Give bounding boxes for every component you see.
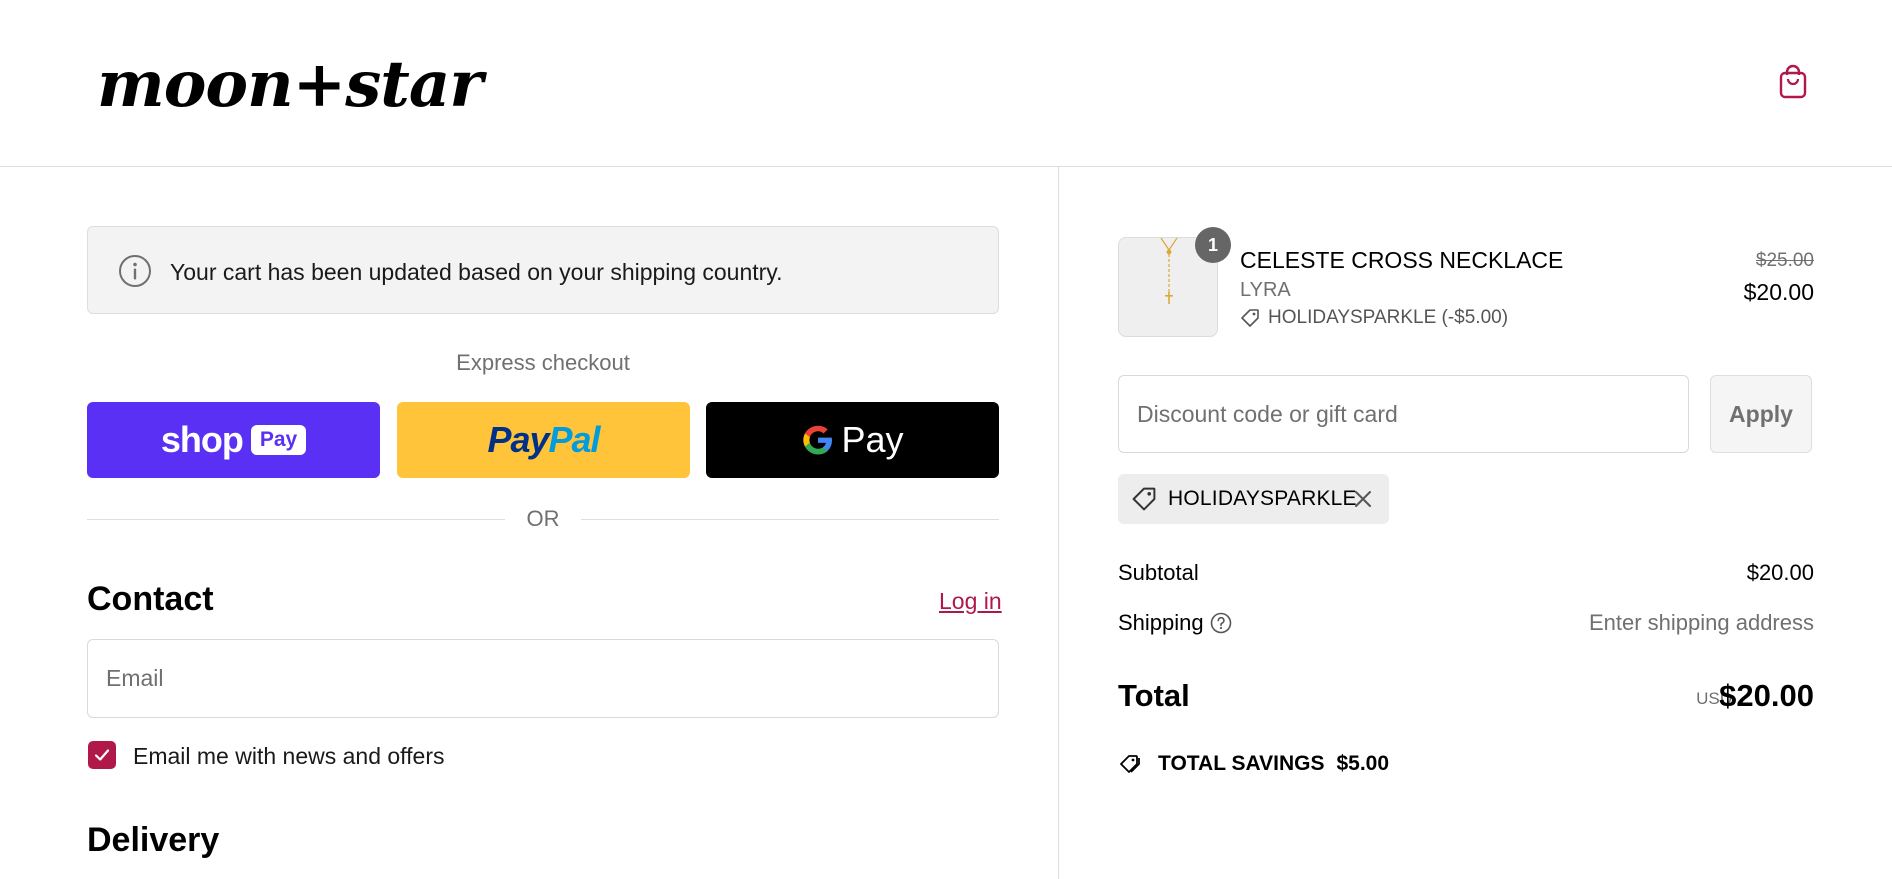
total-amount: $20.00 <box>1719 678 1814 713</box>
savings-label: TOTAL SAVINGS <box>1158 752 1325 775</box>
divider-right <box>581 519 999 520</box>
close-icon[interactable] <box>1351 487 1375 511</box>
product-discount-text: HOLIDAYSPARKLE (-$5.00) <box>1268 307 1509 328</box>
shopping-bag-icon <box>1779 64 1807 99</box>
or-divider-text: OR <box>526 506 560 531</box>
savings-amount: $5.00 <box>1336 752 1390 775</box>
store-logo[interactable]: moon+star <box>97 50 483 120</box>
google-pay-label: Pay <box>841 419 904 460</box>
product-name: CELESTE CROSS NECKLACE <box>1240 247 1564 273</box>
subtotal-value: $20.00 <box>1746 560 1814 585</box>
shop-pay-wordmark: shop <box>160 419 244 460</box>
total-label: Total <box>1118 678 1190 713</box>
product-variant: LYRA <box>1240 279 1291 301</box>
subtotal-label: Subtotal <box>1118 560 1199 585</box>
savings-tag-icon <box>1120 755 1140 773</box>
final-price: $20.00 <box>1743 279 1814 305</box>
shipping-label: Shipping <box>1118 610 1204 635</box>
shop-pay-badge: Pay <box>250 425 307 455</box>
email-field[interactable] <box>87 639 999 718</box>
express-checkout-label: Express checkout <box>456 350 630 375</box>
paypal-wordmark: PayPal <box>487 419 600 460</box>
shipping-value: Enter shipping address <box>1588 610 1814 635</box>
login-link[interactable]: Log in <box>939 588 1002 615</box>
checkout-main: Your cart has been updated based on your… <box>0 167 1059 879</box>
total-savings: TOTAL SAVINGS $5.00 <box>1118 752 1389 776</box>
newsletter-checkbox[interactable] <box>88 741 116 769</box>
quantity-badge: 1 <box>1195 227 1231 263</box>
apply-discount-button[interactable]: Apply <box>1710 375 1812 453</box>
paypal-button[interactable]: PayPal <box>397 402 690 478</box>
google-pay-button[interactable]: Pay <box>706 402 999 478</box>
contact-heading: Contact <box>87 580 214 618</box>
order-summary: 1 CELESTE CROSS NECKLACE LYRA HOLIDAYSPA… <box>1060 167 1892 879</box>
info-icon <box>119 255 151 287</box>
original-price: $25.00 <box>1755 250 1814 271</box>
notice-text: Your cart has been updated based on your… <box>170 259 783 285</box>
applied-code-text: HOLIDAYSPARKLE <box>1168 487 1357 510</box>
tag-icon <box>1132 487 1156 511</box>
applied-discount-chip: HOLIDAYSPARKLE <box>1118 474 1389 524</box>
site-header: moon+star <box>0 0 1892 167</box>
tag-icon <box>1241 309 1259 327</box>
product-discount: HOLIDAYSPARKLE (-$5.00) <box>1240 307 1508 329</box>
checkmark-icon <box>94 749 110 761</box>
newsletter-label[interactable]: Email me with news and offers <box>133 743 445 770</box>
help-icon[interactable] <box>1209 611 1233 635</box>
shop-pay-button[interactable]: shop Pay <box>87 402 380 478</box>
cart-button[interactable] <box>1778 64 1808 100</box>
delivery-heading: Delivery <box>87 821 220 859</box>
divider-left <box>87 519 505 520</box>
google-g-icon <box>803 425 833 455</box>
cart-updated-notice: Your cart has been updated based on your… <box>87 226 999 314</box>
discount-code-input[interactable] <box>1118 375 1689 453</box>
